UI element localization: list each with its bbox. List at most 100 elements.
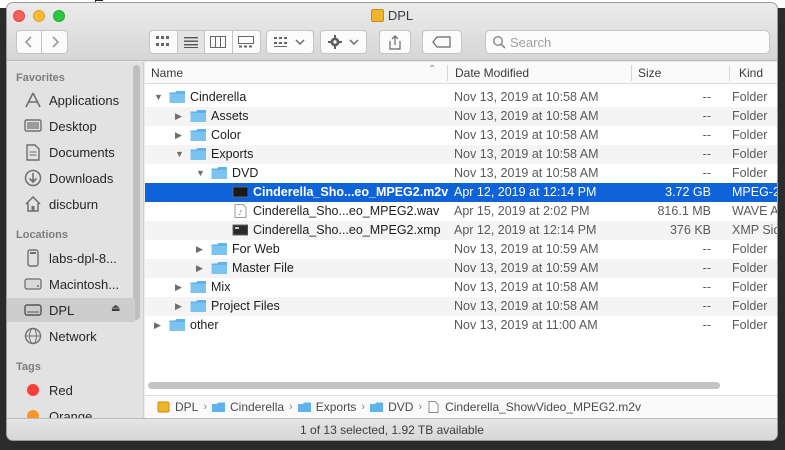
path-crumb-dpl[interactable]: DPL [157,400,198,414]
sidebar-item-macintosh[interactable]: Macintosh... [7,272,135,296]
disclosure-open-icon[interactable]: ▼ [175,149,185,159]
file-kind: Folder [732,90,768,104]
column-header-name[interactable]: Name [151,66,183,80]
file-kind: Folder [732,109,768,123]
disclosure-closed-icon[interactable]: ▶ [175,130,185,140]
sidebar-item-discburn[interactable]: discburn [7,192,135,216]
sidebar-section-favorites: Favorites [16,72,65,84]
gear-icon [327,35,342,49]
list-view-button[interactable] [177,31,205,53]
chevron-down-icon [349,39,358,45]
file-kind: Folder [732,318,768,332]
path-crumb-dvd[interactable]: DVD [370,400,413,414]
sidebar: Favorites Applications Desktop Documents… [7,62,144,418]
gallery-view-icon [238,36,255,48]
file-size: -- [702,128,711,142]
file-date-modified: Apr 12, 2019 at 12:14 PM [454,185,597,199]
file-row[interactable]: ▼ DVD Nov 13, 2019 at 10:58 AM -- Folder [145,164,777,183]
file-row[interactable]: ▶ Project Files Nov 13, 2019 at 10:58 AM --… [145,297,777,316]
desktop-edge [95,0,103,1]
file-row[interactable]: Cinderella_Sho...eo_MPEG2.xmp Apr 12, 201… [145,221,777,240]
file-size: -- [702,166,711,180]
sidebar-item-label: discburn [49,196,99,212]
column-header-date[interactable]: Date Modified [455,66,529,80]
eject-icon[interactable]: ⏏ [111,303,120,314]
file-row[interactable]: ▼ Cinderella Nov 13, 2019 at 10:58 AM -- Fol… [145,88,777,107]
file-kind: XMP Sid [732,223,777,237]
disclosure-closed-icon[interactable]: ▶ [175,111,185,121]
horizontal-scrollbar[interactable] [148,382,720,389]
action-menu-button[interactable] [320,30,367,54]
file-kind: Folder [732,147,768,161]
file-date-modified: Nov 13, 2019 at 10:58 AM [454,166,599,180]
forward-button[interactable] [42,31,67,53]
disclosure-closed-icon[interactable]: ▶ [175,282,185,292]
gallery-view-button[interactable] [233,31,260,53]
path-crumb-label: Cinderella [230,400,285,414]
group-by-button[interactable] [266,30,314,54]
file-name: Cinderella_Sho...eo_MPEG2.wav [253,204,440,218]
disclosure-open-icon[interactable]: ▼ [154,92,164,102]
file-size: -- [702,109,711,123]
status-bar: 1 of 13 selected, 1.92 TB available [7,418,777,440]
window-title-text: DPL [387,8,414,23]
file-name: Master File [232,261,294,275]
file-name: Project Files [211,299,280,313]
sidebar-item-documents[interactable]: Documents [7,140,135,164]
file-row[interactable]: ▶ For Web Nov 13, 2019 at 10:59 AM -- Folder [145,240,777,259]
search-input[interactable]: Search [485,30,770,54]
file-name: Color [211,128,241,142]
documents-icon [23,143,43,161]
sidebar-item-applications[interactable]: Applications [7,88,135,112]
disclosure-closed-icon[interactable]: ▶ [175,301,185,311]
file-row[interactable]: ▶ Mix Nov 13, 2019 at 10:58 AM -- Folder [145,278,777,297]
disclosure-closed-icon[interactable]: ▶ [196,263,206,273]
file-row[interactable]: ▼ Exports Nov 13, 2019 at 10:58 AM -- Folder [145,145,777,164]
sidebar-item-tag-orange[interactable]: Orange [7,404,135,418]
chevron-right-icon: › [203,401,208,413]
sidebar-item-label: Red [49,382,73,398]
file-kind: Folder [732,280,768,294]
sidebar-item-label: labs-dpl-8... [49,250,117,266]
file-size: 3.72 GB [665,185,711,199]
sidebar-item-dpl[interactable]: DPL ⏏ [7,298,135,322]
toolbar: DPL Search [7,3,777,61]
sidebar-item-label: DPL [49,302,75,318]
file-row[interactable]: Cinderella_Sho...eo_MPEG2.m2v Apr 12, 201… [145,183,777,202]
file-row[interactable]: ▶ Assets Nov 13, 2019 at 10:58 AM -- Folder [145,107,777,126]
sidebar-item-desktop[interactable]: Desktop [7,114,135,138]
column-view-icon [210,36,227,48]
file-kind: Folder [732,128,768,142]
sidebar-item-downloads[interactable]: Downloads [7,166,135,190]
path-crumb-exports[interactable]: Exports [297,400,356,414]
folder-icon [190,110,206,122]
disclosure-closed-icon[interactable]: ▶ [154,320,164,330]
tags-button[interactable] [422,30,462,54]
column-view-button[interactable] [205,31,233,53]
file-size: 816.1 MB [657,204,711,218]
file-list: Name ⌃ Date Modified Size Kind ▼ Cinderel… [145,62,777,418]
file-date-modified: Nov 13, 2019 at 10:58 AM [454,280,599,294]
disclosure-closed-icon[interactable]: ▶ [196,244,206,254]
sidebar-item-network[interactable]: Network [7,324,135,348]
back-button[interactable] [17,31,43,53]
column-header-size[interactable]: Size [638,66,661,80]
sidebar-item-tag-red[interactable]: Red [7,378,135,402]
file-kind: Folder [732,261,768,275]
column-header-kind[interactable]: Kind [739,66,763,80]
path-crumb-label: DPL [175,400,199,414]
path-crumb-cinderella[interactable]: Cinderella [212,400,284,414]
external-drive-icon [157,401,170,413]
sidebar-item-label: Desktop [49,118,97,134]
sidebar-item-labs-dpl[interactable]: labs-dpl-8... [7,246,135,270]
share-button[interactable] [379,30,411,54]
file-row[interactable]: ♪ Cinderella_Sho...eo_MPEG2.wav Apr 15, 20… [145,202,777,221]
disclosure-open-icon[interactable]: ▼ [196,168,206,178]
file-name: Mix [211,280,231,294]
folder-icon [211,262,227,274]
file-row[interactable]: ▶ Color Nov 13, 2019 at 10:58 AM -- Folder [145,126,777,145]
icon-view-button[interactable] [150,31,178,53]
file-row[interactable]: ▶ other Nov 13, 2019 at 11:00 AM -- Folder [145,316,777,335]
path-crumb-file[interactable]: Cinderella_ShowVideo_MPEG2.m2v [427,400,641,414]
file-row[interactable]: ▶ Master File Nov 13, 2019 at 10:59 AM -- Fo… [145,259,777,278]
